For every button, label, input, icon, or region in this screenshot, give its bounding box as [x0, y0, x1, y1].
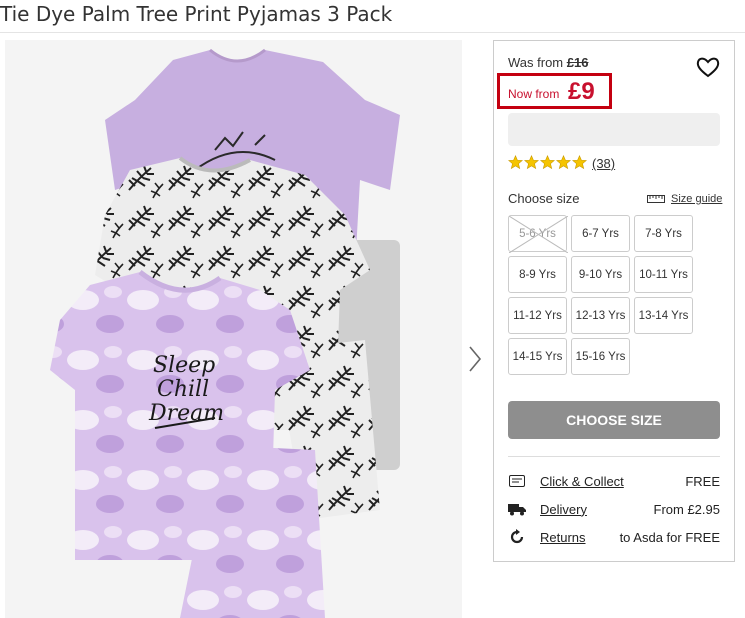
size-option-label: 12-13 Yrs: [575, 309, 626, 322]
size-option[interactable]: 10-11 Yrs: [634, 256, 693, 293]
size-option-label: 13-14 Yrs: [638, 309, 689, 322]
size-option[interactable]: 7-8 Yrs: [634, 215, 693, 252]
promo-placeholder: [508, 113, 720, 146]
was-label: Was from: [508, 55, 564, 70]
star-icon: [572, 155, 587, 170]
delivery-value: From £2.95: [653, 501, 720, 517]
slogan-line-2: Chill: [157, 377, 209, 402]
ruler-icon: [647, 195, 665, 203]
click-collect-icon: [508, 473, 526, 489]
purchase-panel: Was from £16 Now from £9 (38) Choose siz…: [493, 40, 735, 562]
returns-link[interactable]: Returns: [540, 530, 620, 545]
returns-value: to Asda for FREE: [619, 529, 720, 545]
pyjamas-illustration: Sleep Chill Dream: [50, 48, 400, 618]
size-option[interactable]: 6-7 Yrs: [571, 215, 630, 252]
now-price: £9: [568, 78, 595, 105]
services-divider: [508, 456, 720, 457]
size-option[interactable]: 14-15 Yrs: [508, 338, 567, 375]
size-guide-label: Size guide: [671, 193, 723, 205]
size-option-label: 10-11 Yrs: [639, 268, 688, 281]
star-icon: [540, 155, 555, 170]
size-option-label: 11-12 Yrs: [513, 309, 562, 322]
size-option-label: 8-9 Yrs: [519, 268, 556, 281]
unavailable-cross-icon: [509, 216, 568, 253]
size-option[interactable]: 8-9 Yrs: [508, 256, 567, 293]
returns-icon: [508, 529, 526, 545]
size-option-label: 9-10 Yrs: [578, 268, 623, 281]
size-option-label: 7-8 Yrs: [645, 227, 682, 240]
size-option-label: 15-16 Yrs: [575, 350, 626, 363]
product-image: Sleep Chill Dream: [5, 40, 462, 618]
size-option[interactable]: 9-10 Yrs: [571, 256, 630, 293]
slogan-line-1: Sleep: [153, 353, 215, 378]
title-divider: [0, 32, 745, 33]
size-option-label: 6-7 Yrs: [582, 227, 619, 240]
size-option[interactable]: 12-13 Yrs: [571, 297, 630, 334]
delivery-link[interactable]: Delivery: [540, 502, 654, 517]
was-price: Was from £16: [508, 55, 588, 70]
service-row-click-collect: Click & Collect FREE: [508, 471, 720, 491]
choose-size-button[interactable]: CHOOSE SIZE: [508, 401, 720, 439]
product-title: Tie Dye Palm Tree Print Pyjamas 3 Pack: [0, 2, 393, 26]
was-value: £16: [566, 55, 589, 70]
heart-icon[interactable]: [696, 56, 720, 78]
size-option[interactable]: 15-16 Yrs: [571, 338, 630, 375]
service-row-returns: Returns to Asda for FREE: [508, 527, 720, 547]
rating-stars: [508, 155, 587, 170]
review-count-link[interactable]: (38): [592, 156, 615, 171]
size-grid: 5-6 Yrs 6-7 Yrs 7-8 Yrs 8-9 Yrs 9-10 Yrs…: [508, 215, 693, 375]
now-label: Now from: [508, 87, 560, 101]
size-option[interactable]: 11-12 Yrs: [508, 297, 567, 334]
star-icon: [524, 155, 539, 170]
choose-size-label: Choose size: [508, 191, 580, 206]
size-option-label: 14-15 Yrs: [512, 350, 563, 363]
size-option[interactable]: 13-14 Yrs: [634, 297, 693, 334]
star-icon: [508, 155, 523, 170]
delivery-truck-icon: [508, 501, 526, 517]
star-icon: [556, 155, 571, 170]
service-row-delivery: Delivery From £2.95: [508, 499, 720, 519]
click-collect-value: FREE: [685, 473, 720, 489]
size-guide-link[interactable]: Size guide: [647, 193, 722, 205]
size-option[interactable]: 5-6 Yrs: [508, 215, 568, 253]
next-image-chevron-icon[interactable]: [466, 344, 484, 374]
click-collect-link[interactable]: Click & Collect: [540, 474, 685, 489]
